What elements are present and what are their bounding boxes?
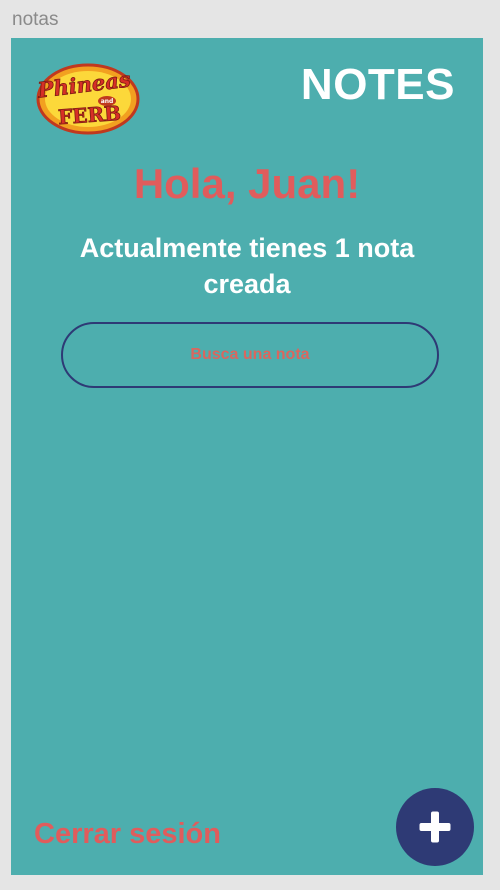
search-input[interactable] bbox=[61, 322, 439, 388]
notes-screen: Phineas and FERB NOTES Hola, Juan! Actua… bbox=[11, 38, 483, 875]
app-title: NOTES bbox=[300, 60, 455, 109]
greeting-heading: Hola, Juan! bbox=[133, 160, 361, 207]
svg-text:FERB: FERB bbox=[57, 101, 121, 129]
frame-label: notas bbox=[12, 9, 59, 30]
note-count-text: Actualmente tienes 1 nota creada bbox=[79, 233, 415, 299]
logout-link[interactable]: Cerrar sesión bbox=[34, 818, 221, 851]
phineas-and-ferb-logo: Phineas and FERB bbox=[35, 62, 140, 136]
add-note-button[interactable] bbox=[396, 788, 474, 866]
plus-icon bbox=[419, 811, 451, 843]
